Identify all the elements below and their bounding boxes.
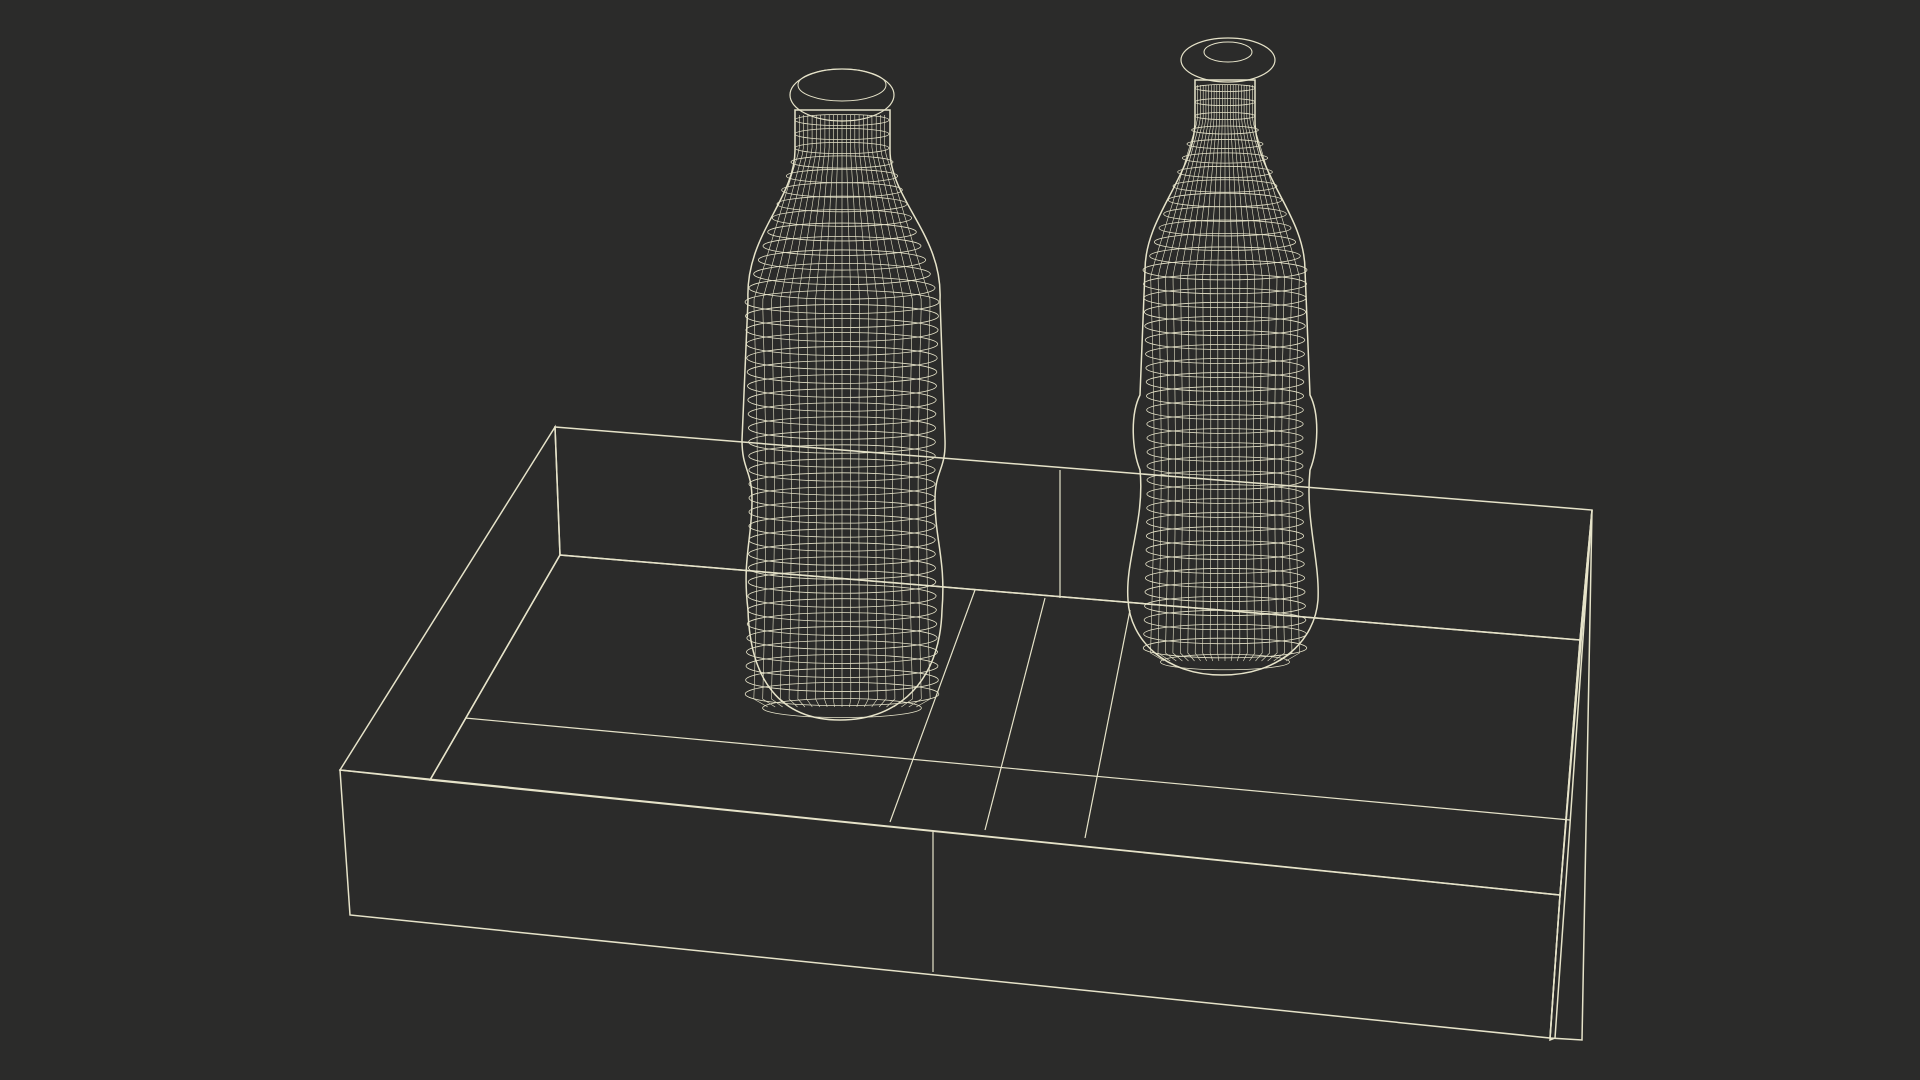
- bottle-mouth: [1203, 41, 1253, 63]
- tray-left-wall: [338, 424, 561, 781]
- bottle-meridian-line: [1227, 85, 1233, 662]
- bottle-meridian-line: [1217, 85, 1223, 662]
- bottle-body: [741, 109, 946, 721]
- bottle-cap-top: [797, 68, 887, 102]
- tray-floor: [428, 554, 1581, 896]
- wireframe-scene: [338, 37, 1593, 1042]
- tray: [338, 424, 1593, 1042]
- tray-floor-seams: [464, 470, 1571, 839]
- bottle-with-cap: [741, 68, 946, 721]
- tray-right-end: [1549, 509, 1593, 1041]
- tray-front-wall: [339, 769, 1561, 1039]
- bottle-open: [1126, 37, 1319, 676]
- bottle-vertical-lines: [1150, 85, 1300, 662]
- tray-back-wall: [554, 426, 1593, 641]
- bottle-cap: [789, 68, 895, 122]
- bottle-lip: [1180, 37, 1276, 83]
